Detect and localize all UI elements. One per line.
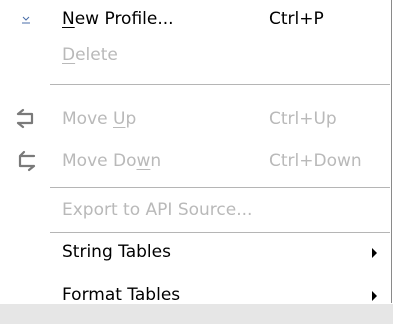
submenu-arrow-icon xyxy=(372,291,377,301)
window-background-strip xyxy=(0,304,393,324)
menu-item-string-tables[interactable]: String Tables xyxy=(0,235,391,269)
menu-item-delete[interactable]: Delete xyxy=(0,38,391,72)
menu-item-label: Delete xyxy=(62,45,118,65)
menu-item-shortcut: Ctrl+P xyxy=(269,9,324,29)
menu-separator xyxy=(50,187,390,188)
menu-item-label: String Tables xyxy=(62,242,171,262)
context-menu: New Profile... Ctrl+P Delete Move Up Ctr… xyxy=(0,0,392,305)
menu-item-move-down[interactable]: Move Down Ctrl+Down xyxy=(0,144,391,178)
menu-item-label: Move Down xyxy=(62,151,162,171)
menu-item-shortcut: Ctrl+Up xyxy=(269,109,337,129)
menu-separator xyxy=(50,84,390,85)
menu-item-label: Move Up xyxy=(62,109,137,129)
menu-separator xyxy=(50,232,390,233)
menu-item-shortcut: Ctrl+Down xyxy=(269,151,362,171)
move-down-icon xyxy=(0,144,52,178)
menu-item-label: New Profile... xyxy=(62,9,174,29)
menu-item-new-profile[interactable]: New Profile... Ctrl+P xyxy=(0,2,391,36)
menu-item-export-api-source[interactable]: Export to API Source... xyxy=(0,193,391,227)
move-up-icon xyxy=(0,102,52,136)
new-profile-icon xyxy=(0,2,52,36)
menu-item-move-up[interactable]: Move Up Ctrl+Up xyxy=(0,102,391,136)
submenu-arrow-icon xyxy=(372,248,377,258)
menu-item-label: Export to API Source... xyxy=(62,200,253,220)
